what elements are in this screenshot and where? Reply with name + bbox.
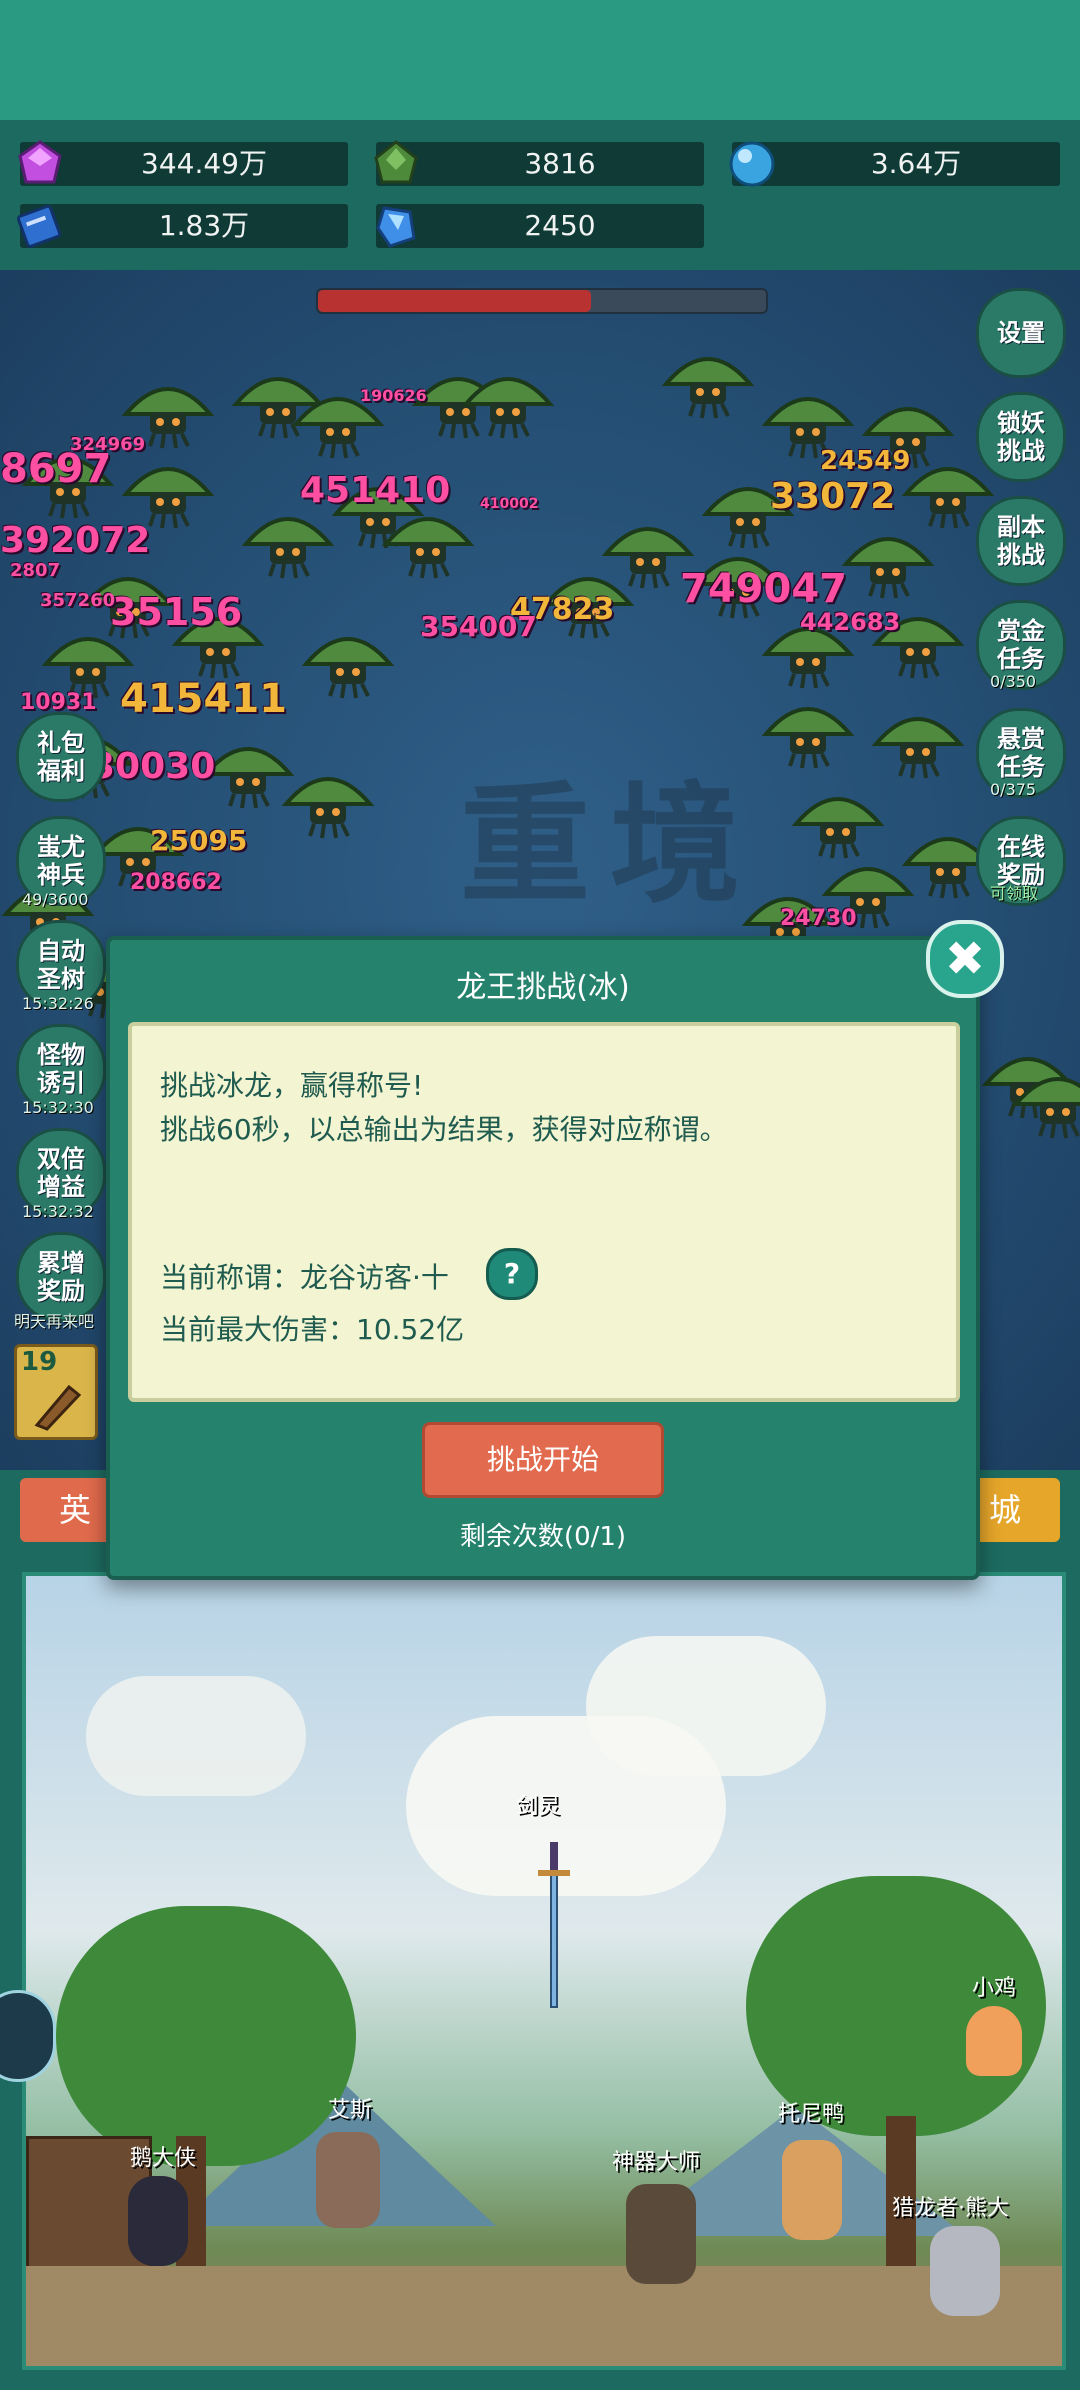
- damage-number: 24549: [820, 446, 911, 476]
- gift-pack-button[interactable]: 礼包福利: [16, 712, 106, 802]
- gem-icon: [18, 140, 62, 184]
- green-crystal-icon: [374, 140, 418, 184]
- damage-number: 2807: [10, 560, 61, 581]
- damage-number: 30030: [90, 746, 216, 787]
- skill-slot[interactable]: 19: [14, 1344, 98, 1440]
- damage-number: 357260: [40, 590, 116, 611]
- mushroom-monster: [281, 777, 375, 839]
- mushroom-monster: [1011, 1077, 1080, 1139]
- mushroom-monster: [871, 717, 965, 779]
- bounty-task-progress: 0/350: [990, 672, 1037, 691]
- npc-label-artifact-master: 神器大师: [612, 2150, 701, 2175]
- blue-orb-icon: [729, 141, 775, 187]
- mushroom-monster: [461, 377, 555, 439]
- resource-gems: 344.49万: [18, 140, 348, 186]
- resource-bar: 344.49万 3816 3.64万 1.83万 2450: [0, 120, 1080, 270]
- help-icon[interactable]: ?: [486, 1248, 538, 1300]
- damage-number: 190626: [360, 386, 427, 405]
- dialog-body: 挑战冰龙，赢得称号! 挑战60秒，以总输出为结果，获得对应称谓。 当前称谓：龙谷…: [128, 1022, 960, 1402]
- npc-label-sword-spirit: 剑灵: [516, 1794, 561, 1819]
- resource-blue-orb: 3.64万: [729, 141, 1060, 187]
- damage-number: 749047: [680, 566, 847, 612]
- dialog-title: 龙王挑战(冰): [456, 970, 630, 1005]
- online-reward-status: 可领取: [990, 884, 1039, 903]
- lock-demon-challenge-button[interactable]: 锁妖挑战: [976, 392, 1066, 482]
- npc-label-tony-duck: 托尼鸭: [778, 2102, 845, 2127]
- cumulative-reward-status: 明天再来吧: [14, 1312, 95, 1331]
- dragon-king-challenge-dialog: 龙王挑战(冰) ✖ 挑战冰龙，赢得称号! 挑战60秒，以总输出为结果，获得对应称…: [106, 920, 1004, 1580]
- damage-number: 392072: [0, 520, 151, 561]
- cloud: [86, 1676, 306, 1796]
- settings-button[interactable]: 设置: [976, 288, 1066, 378]
- monster-lure-timer: 15:32:30: [22, 1098, 94, 1117]
- mushroom-monster: [301, 637, 395, 699]
- damage-number: 25095: [150, 824, 248, 857]
- dialog-description-line-1: 挑战冰龙，赢得称号!: [160, 1069, 424, 1102]
- damage-number: 24730: [780, 906, 857, 931]
- npc-label-goose-hero: 鹅大侠: [130, 2146, 197, 2171]
- npc-label-chick: 小鸡: [972, 1976, 1017, 2001]
- mushroom-monster: [241, 517, 335, 579]
- close-icon: ✖: [944, 931, 986, 987]
- damage-number: 451410: [300, 470, 451, 511]
- npc-chick[interactable]: [966, 2006, 1022, 2076]
- npc-label-dragon-hunter: 猎龙者·熊大: [892, 2196, 1009, 2221]
- damage-number: 415411: [120, 676, 287, 722]
- dungeon-challenge-button[interactable]: 副本挑战: [976, 496, 1066, 586]
- ground: [26, 2266, 1062, 2366]
- damage-number: 442683: [800, 608, 901, 636]
- mushroom-monster: [121, 467, 215, 529]
- damage-number: 33072: [770, 476, 896, 517]
- reward-task-progress: 0/375: [990, 780, 1037, 799]
- mushroom-monster: [761, 707, 855, 769]
- dialog-description-line-2: 挑战60秒，以总输出为结果，获得对应称谓。: [160, 1113, 728, 1146]
- camp-scene: 剑灵 小鸡 艾斯 托尼鸭 鹅大侠 神器大师 猎龙者·熊大: [22, 1572, 1066, 2370]
- mushroom-monster: [791, 797, 885, 859]
- resource-blue-shard: 2450: [376, 204, 704, 248]
- damage-number: 354007: [420, 610, 537, 643]
- mushroom-monster: [661, 357, 755, 419]
- remaining-attempts: 剩余次数(0/1): [459, 1522, 627, 1552]
- resource-book: 1.83万: [16, 204, 348, 248]
- npc-artifact-master[interactable]: [626, 2184, 696, 2284]
- close-button[interactable]: ✖: [926, 920, 1004, 998]
- damage-number: 324969: [70, 434, 146, 455]
- resource-green-crystal: 3816: [374, 140, 704, 186]
- npc-tony-duck[interactable]: [782, 2140, 842, 2240]
- battle-watermark: 重境: [460, 768, 761, 921]
- blue-shard-icon: [376, 206, 416, 248]
- chiyou-weapon-progress: 49/3600: [22, 890, 89, 909]
- double-boost-timer: 15:32:32: [22, 1202, 94, 1221]
- status-bar: [0, 0, 1080, 120]
- mushroom-monster: [381, 517, 475, 579]
- tree: [56, 1906, 356, 2166]
- damage-number: 208662: [130, 870, 222, 895]
- current-title-label: 当前称谓：龙谷访客·十: [160, 1261, 449, 1294]
- mushroom-monster: [841, 537, 935, 599]
- club-weapon-icon: [34, 1384, 82, 1431]
- start-challenge-button[interactable]: 挑战开始: [422, 1422, 664, 1498]
- blue-book-icon: [16, 204, 62, 248]
- damage-number: 35156: [110, 590, 243, 634]
- npc-dragon-hunter[interactable]: [930, 2226, 1000, 2316]
- boss-hp-fill: [318, 290, 591, 312]
- max-damage-label: 当前最大伤害：10.52亿: [160, 1313, 465, 1346]
- npc-aisi[interactable]: [316, 2132, 380, 2228]
- npc-label-aisi: 艾斯: [328, 2098, 373, 2123]
- sword-spirit-icon: [538, 1842, 570, 2008]
- auto-holy-tree-timer: 15:32:26: [22, 994, 94, 1013]
- npc-goose-hero[interactable]: [128, 2176, 188, 2266]
- damage-number: 410002: [480, 496, 539, 512]
